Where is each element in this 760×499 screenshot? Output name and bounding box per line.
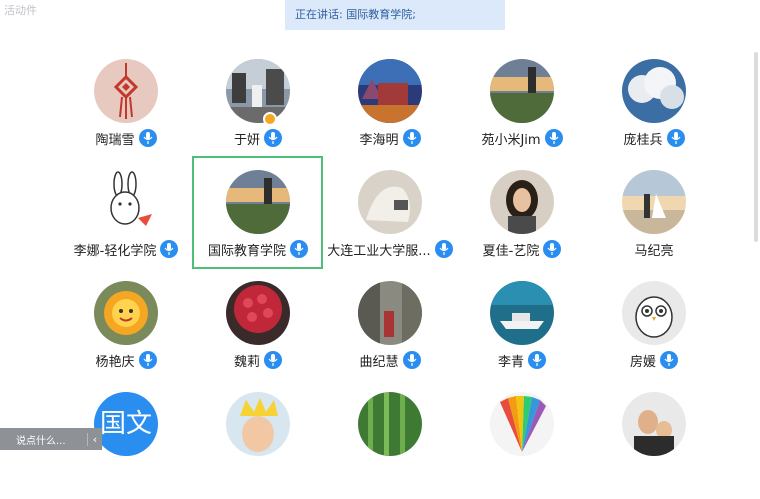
roses-photo-icon	[226, 281, 290, 345]
participant-name: 陶瑞雪	[95, 132, 135, 148]
speaking-indicator: 正在讲话: 国际教育学院;	[285, 0, 505, 30]
participant-name: 于妍	[233, 132, 260, 148]
avatar	[94, 281, 158, 345]
participant-name: 大连工业大学服...	[327, 243, 431, 259]
avatar	[622, 59, 686, 123]
tower-sunset-photo-icon	[226, 170, 290, 234]
avatar	[226, 170, 290, 234]
avatar	[490, 392, 554, 456]
participant-name: 李娜-轻化学院	[73, 243, 157, 259]
participant-name: 魏莉	[233, 354, 260, 370]
participant-name: 李青	[497, 354, 524, 370]
chat-input[interactable]: 说点什么... ‹	[0, 428, 102, 450]
chinese-knot-icon	[94, 59, 158, 123]
microphone-icon	[264, 129, 282, 147]
collapse-chevron-icon[interactable]: ‹	[87, 432, 102, 446]
participant-tile[interactable]: 夏佳-艺院	[456, 166, 588, 277]
scrollbar-thumb[interactable]	[754, 52, 758, 242]
avatar	[226, 59, 290, 123]
avatar	[490, 59, 554, 123]
avatar	[622, 392, 686, 456]
participant-name: 马纪亮	[634, 243, 674, 259]
vertical-scrollbar[interactable]	[752, 52, 760, 444]
avatar	[226, 392, 290, 456]
tower-sunset-photo-icon	[490, 59, 554, 123]
participant-tile-selected[interactable]: 国际教育学院	[192, 156, 324, 277]
participant-tile[interactable]: 大连工业大学服...	[324, 166, 456, 277]
clouds-photo-icon	[622, 59, 686, 123]
participant-name: 庞桂兵	[623, 132, 663, 148]
participant-tile[interactable]: 曲纪慧	[324, 277, 456, 388]
participant-name: 曲纪慧	[359, 354, 399, 370]
avatar: 国文	[94, 392, 158, 456]
text-avatar: 国文	[94, 392, 158, 456]
microphone-icon	[543, 240, 562, 258]
microphone-icon	[138, 129, 157, 147]
bamboo-photo-icon	[358, 392, 422, 456]
participant-name: 杨艳庆	[95, 354, 135, 370]
microphone-icon	[264, 351, 282, 369]
participant-tile[interactable]: 陶瑞雪	[60, 55, 192, 166]
participant-tile[interactable]: 杨艳庆	[60, 277, 192, 388]
participant-tile[interactable]: 苑小米Jim	[456, 55, 588, 166]
avatar	[226, 281, 290, 345]
participant-name: 李海明	[359, 132, 399, 148]
cartoon-owl-icon	[622, 281, 686, 345]
street-photo-icon	[226, 59, 290, 123]
participant-tile[interactable]: 马纪亮	[588, 166, 720, 277]
participant-grid: 陶瑞雪 于妍 李海明 苑小米Jim 庞桂兵 李娜-轻化学院 国际教育学院 大连工…	[60, 55, 720, 495]
avatar	[358, 170, 422, 234]
participant-name: 国际教育学院	[207, 243, 286, 259]
participant-tile[interactable]: 魏莉	[192, 277, 324, 388]
avatar	[358, 59, 422, 123]
participant-tile[interactable]: 于妍	[192, 55, 324, 166]
microphone-icon	[160, 240, 179, 258]
cartoon-rabbit-icon	[94, 170, 158, 234]
avatar	[622, 281, 686, 345]
microphone-icon	[434, 240, 453, 258]
participant-name: 夏佳-艺院	[482, 243, 540, 259]
alley-photo-icon	[358, 281, 422, 345]
wedding-photo-icon	[622, 170, 686, 234]
host-badge-icon	[263, 112, 277, 126]
avatar	[94, 170, 158, 234]
sun-flower-icon	[94, 281, 158, 345]
avatar	[358, 392, 422, 456]
avatar	[490, 281, 554, 345]
participant-tile[interactable]: 庞桂兵	[588, 55, 720, 166]
microphone-icon	[660, 351, 678, 369]
microphone-icon	[138, 351, 157, 369]
participant-tile[interactable]	[324, 388, 456, 499]
father-son-photo-icon	[622, 392, 686, 456]
participant-name: 苑小米Jim	[481, 132, 541, 148]
avatar	[490, 170, 554, 234]
participant-tile[interactable]: 李海明	[324, 55, 456, 166]
window-corner-label: 活动件	[4, 4, 37, 17]
ship-photo-icon	[490, 281, 554, 345]
avatar	[94, 59, 158, 123]
microphone-icon	[402, 129, 421, 147]
avatar	[358, 281, 422, 345]
microphone-icon	[528, 351, 546, 369]
participant-name: 房媛	[629, 354, 656, 370]
microphone-icon	[544, 129, 563, 147]
color-fan-icon	[490, 392, 554, 456]
participant-tile[interactable]	[588, 388, 720, 499]
participant-tile[interactable]	[456, 388, 588, 499]
avatar	[622, 170, 686, 234]
participant-tile[interactable]: 李娜-轻化学院	[60, 166, 192, 277]
microphone-icon	[402, 351, 421, 369]
night-building-photo-icon	[358, 59, 422, 123]
microphone-icon	[666, 129, 685, 147]
sculpture-photo-icon	[358, 170, 422, 234]
chat-placeholder: 说点什么...	[16, 435, 66, 447]
microphone-icon	[290, 240, 308, 258]
avatar-text: 国文	[100, 409, 152, 439]
baby-crown-photo-icon	[226, 392, 290, 456]
participant-tile[interactable]: 李青	[456, 277, 588, 388]
girl-photo-icon	[490, 170, 554, 234]
participant-tile[interactable]	[192, 388, 324, 499]
participant-tile[interactable]: 房媛	[588, 277, 720, 388]
